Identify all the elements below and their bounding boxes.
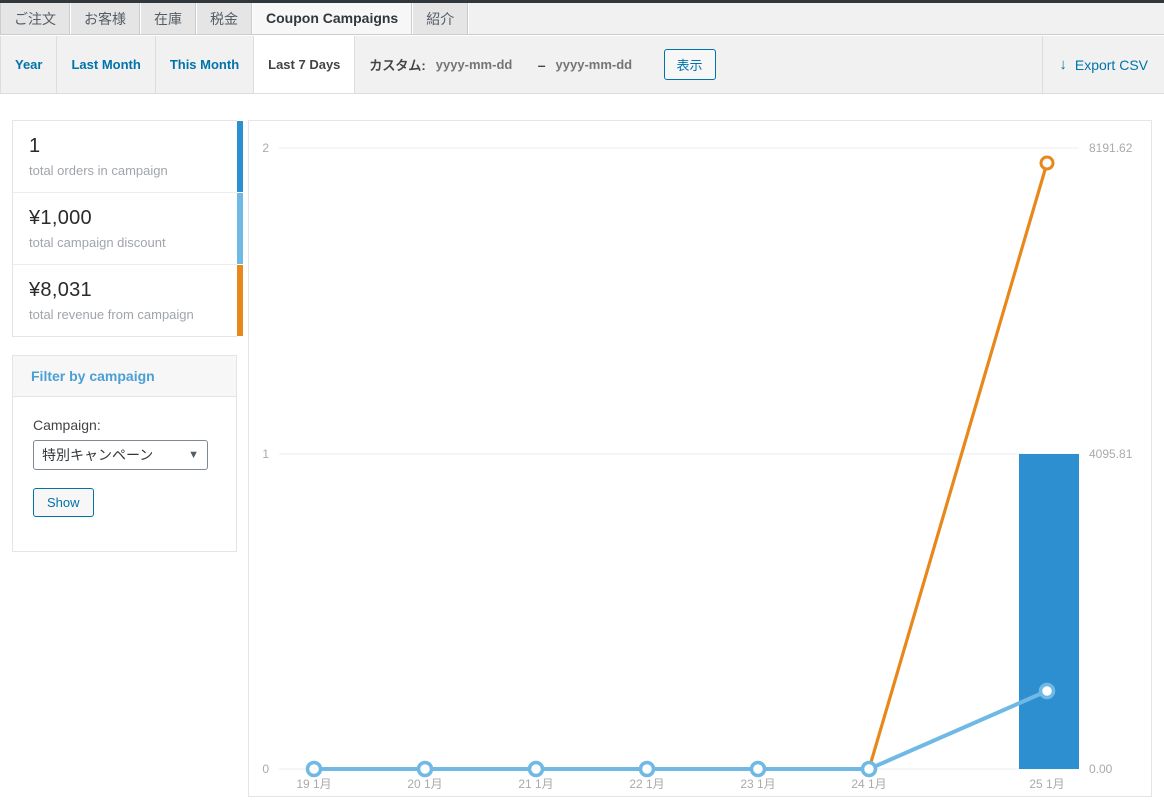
stat-total-discount[interactable]: ¥1,000 total campaign discount [13, 192, 243, 265]
filter-panel-title: Filter by campaign [13, 355, 236, 397]
date-to-input[interactable] [555, 55, 648, 74]
orders-line[interactable] [314, 689, 1048, 771]
range-button-last-7-days[interactable]: Last 7 Days [254, 36, 356, 93]
range-button-this-month[interactable]: This Month [156, 36, 255, 93]
tab-referrals[interactable]: 紹介 [412, 3, 469, 34]
custom-range-label: カスタム: [369, 58, 426, 73]
apply-date-range-button[interactable]: 表示 [663, 49, 716, 80]
x-axis-label-2: 21 1月 [518, 777, 553, 791]
orders-point-25-1[interactable] [1038, 682, 1056, 700]
stat-value: ¥8,031 [29, 278, 92, 301]
export-csv-label: Export CSV [1074, 56, 1148, 73]
range-label: Last 7 Days [268, 57, 341, 72]
x-axis-label-6: 25 1月 [1029, 777, 1064, 791]
stat-accent-bar [237, 264, 243, 336]
orders-point-21-1[interactable] [527, 760, 545, 778]
tab-label: ご注文 [14, 10, 56, 27]
campaign-select-wrap: 特別キャンペーン ▼ [33, 439, 208, 470]
custom-range-area: カスタム: – 表示 [355, 36, 730, 93]
tab-customers[interactable]: お客様 [70, 3, 140, 34]
show-campaign-button[interactable]: Show [33, 487, 94, 517]
stat-value: 1 [29, 135, 41, 157]
stat-label: total orders in campaign [29, 163, 168, 178]
tab-coupon-campaigns[interactable]: Coupon Campaigns [252, 3, 413, 34]
tab-orders[interactable]: ご注文 [0, 3, 70, 34]
x-axis-label-4: 23 1月 [740, 777, 775, 791]
campaign-field-label: Campaign: [33, 416, 101, 433]
tab-label: 税金 [210, 10, 238, 27]
campaign-chart-panel: 2 1 0 8191.62 4095.81 0.00 19 1月 20 1月 2… [248, 120, 1152, 797]
filter-panel-body: Campaign: 特別キャンペーン ▼ Show [13, 397, 236, 551]
y-axis-right-tick-max: 8191.62 [1089, 141, 1133, 155]
x-axis-label-1: 20 1月 [407, 777, 442, 791]
campaign-chart[interactable]: 2 1 0 8191.62 4095.81 0.00 19 1月 20 1月 2… [249, 121, 1151, 796]
y-axis-left-tick-1: 1 [262, 447, 269, 461]
tab-taxes[interactable]: 税金 [196, 3, 252, 34]
range-label: Year [15, 57, 43, 72]
range-label: Last Month [71, 57, 141, 72]
orders-point-19-1[interactable] [305, 760, 323, 778]
range-label: This Month [169, 57, 240, 72]
orders-point-24-1[interactable] [860, 760, 878, 778]
tab-stock[interactable]: 在庫 [140, 3, 196, 34]
campaign-select[interactable]: 特別キャンペーン [33, 439, 208, 470]
orders-point-20-1[interactable] [416, 760, 434, 778]
range-button-last-month[interactable]: Last Month [57, 36, 156, 93]
tab-bar: ご注文 お客様 在庫 税金 Coupon Campaigns 紹介 [0, 3, 1164, 35]
revenue-point-25-1[interactable] [1039, 155, 1055, 171]
y-axis-right-tick-mid: 4095.81 [1089, 447, 1133, 461]
x-axis-label-5: 24 1月 [851, 777, 886, 791]
tab-label: お客様 [84, 10, 126, 27]
sidebar: 1 total orders in campaign ¥1,000 total … [12, 120, 243, 552]
date-from-input[interactable] [435, 55, 528, 74]
date-range-dash: – [537, 56, 546, 73]
tab-label: 紹介 [426, 10, 455, 27]
y-axis-left-tick-0: 0 [262, 762, 269, 776]
orders-point-22-1[interactable] [638, 760, 656, 778]
orders-point-23-1[interactable] [749, 760, 767, 778]
y-axis-left-tick-2: 2 [262, 141, 269, 155]
stat-value: ¥1,000 [29, 206, 92, 229]
filter-by-campaign-panel: Filter by campaign Campaign: 特別キャンペーン ▼ … [12, 354, 237, 552]
campaign-summary-stats: 1 total orders in campaign ¥1,000 total … [12, 120, 243, 337]
revenue-line[interactable] [314, 162, 1049, 771]
stat-label: total revenue from campaign [29, 306, 194, 322]
stat-total-orders[interactable]: 1 total orders in campaign [13, 121, 243, 193]
y-axis-right-tick-min: 0.00 [1089, 762, 1113, 776]
export-csv-button[interactable]: ↓ Export CSV [1042, 36, 1164, 93]
tab-bar-filler [468, 3, 1164, 34]
download-arrow-icon: ↓ [1059, 56, 1067, 73]
stat-label: total campaign discount [29, 234, 166, 250]
range-button-year[interactable]: Year [0, 36, 58, 93]
bar-25-1[interactable] [1019, 454, 1079, 769]
x-axis-label-3: 22 1月 [629, 777, 664, 791]
tab-label: 在庫 [154, 10, 182, 27]
stat-accent-bar [237, 121, 243, 192]
stat-total-revenue[interactable]: ¥8,031 total revenue from campaign [13, 264, 243, 336]
stat-accent-bar [237, 192, 243, 264]
x-axis-label-0: 19 1月 [296, 777, 331, 791]
tab-label: Coupon Campaigns [266, 10, 399, 26]
date-range-toolbar: Year Last Month This Month Last 7 Days カ… [0, 36, 1164, 94]
